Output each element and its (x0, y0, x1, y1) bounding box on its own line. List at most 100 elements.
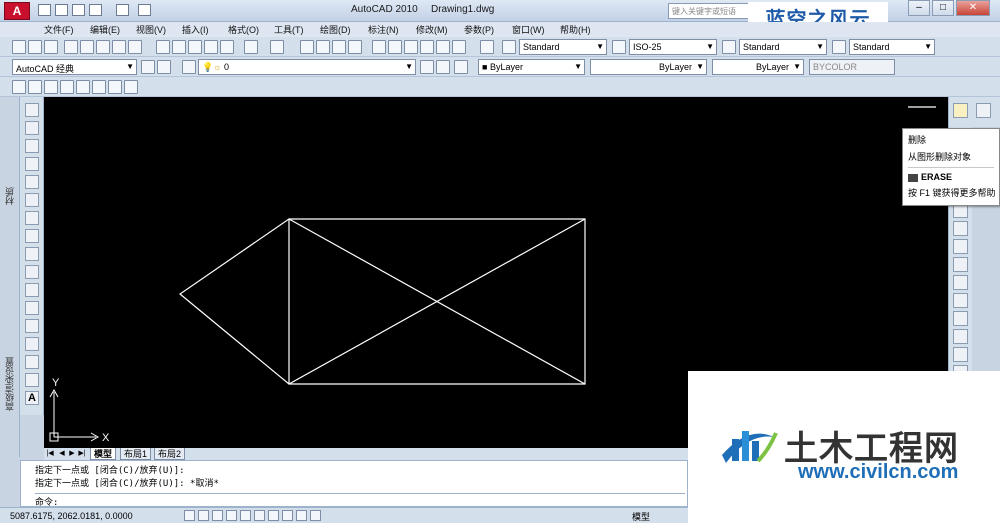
break-at-point-icon[interactable] (953, 293, 968, 308)
menu-format[interactable]: 格式(O) (228, 23, 259, 36)
front-view-icon[interactable] (28, 80, 42, 94)
menu-insert[interactable]: 插入(I) (182, 23, 209, 36)
linetype-combo[interactable]: ByLayer ▼ (590, 59, 707, 75)
dim-style-icon[interactable] (612, 40, 626, 54)
break-icon[interactable] (953, 311, 968, 326)
undo-tb-icon[interactable] (244, 40, 258, 54)
open-file-icon[interactable] (28, 40, 42, 54)
cut-icon[interactable] (156, 40, 170, 54)
open-icon[interactable] (55, 4, 68, 16)
wireframe-icon[interactable] (108, 80, 122, 94)
match-properties-icon[interactable] (204, 40, 218, 54)
insert-block-icon[interactable] (25, 301, 39, 315)
make-current-layer-icon[interactable] (420, 60, 434, 74)
dim-style-combo[interactable]: ISO-25 ▼ (629, 39, 717, 55)
layer-combo[interactable]: 💡☼ 0 ▼ (198, 59, 416, 75)
snap-mode-icon[interactable] (184, 510, 195, 521)
text-style-combo[interactable]: Standard ▼ (519, 39, 607, 55)
object-snap-icon[interactable] (240, 510, 251, 521)
render-settings-palette-tab[interactable]: 高级渲染设置 (3, 357, 16, 411)
paste-icon[interactable] (188, 40, 202, 54)
lineweight-toggle-icon[interactable] (296, 510, 307, 521)
menu-file[interactable]: 文件(F) (44, 23, 74, 36)
3d-dwf-icon[interactable] (112, 40, 126, 54)
minimize-button[interactable]: – (908, 0, 930, 16)
command-input[interactable]: 命令: (35, 493, 685, 508)
multileader-style-combo[interactable]: Standard ▼ (849, 39, 935, 55)
multileader-style-icon[interactable] (832, 40, 846, 54)
dynamic-ucs-icon[interactable] (268, 510, 279, 521)
copy-icon[interactable] (172, 40, 186, 54)
rectangle-icon[interactable] (25, 175, 39, 189)
viewcube-icon[interactable] (76, 80, 90, 94)
markup-icon[interactable] (436, 40, 450, 54)
make-block-icon[interactable] (25, 319, 39, 333)
point-icon[interactable] (25, 337, 39, 351)
save-file-icon[interactable] (44, 40, 58, 54)
redo-tb-icon[interactable] (270, 40, 284, 54)
quick-properties-icon[interactable] (310, 510, 321, 521)
plot-file-icon[interactable] (64, 40, 78, 54)
ortho-mode-icon[interactable] (212, 510, 223, 521)
top-view-icon[interactable] (12, 80, 26, 94)
pan-icon[interactable] (300, 40, 314, 54)
triangle-head[interactable] (179, 218, 290, 385)
qnew-icon[interactable] (12, 40, 26, 54)
realistic-icon[interactable] (124, 80, 138, 94)
menu-draw[interactable]: 绘图(D) (320, 23, 351, 36)
tab-layout1[interactable]: 布局1 (120, 448, 152, 460)
tab-layout2[interactable]: 布局2 (154, 448, 186, 460)
ucs-icon[interactable] (92, 80, 106, 94)
app-menu-button[interactable]: A (4, 2, 30, 20)
workspace-settings-icon[interactable] (141, 60, 155, 74)
design-center-icon[interactable] (388, 40, 402, 54)
polygon-icon[interactable] (25, 157, 39, 171)
dynamic-input-icon[interactable] (282, 510, 293, 521)
prev-tab-button[interactable]: ◀ (58, 449, 66, 459)
menu-window[interactable]: 窗口(W) (512, 23, 545, 36)
menu-tools[interactable]: 工具(T) (274, 23, 304, 36)
publish-icon[interactable] (96, 40, 110, 54)
grid-display-icon[interactable] (198, 510, 209, 521)
ellipse-arc-icon[interactable] (25, 283, 39, 297)
object-snap-tracking-icon[interactable] (254, 510, 265, 521)
layer-properties-icon[interactable] (182, 60, 196, 74)
hatch-icon[interactable] (25, 355, 39, 369)
tab-model[interactable]: 模型 (90, 448, 117, 460)
menu-dimension[interactable]: 标注(N) (368, 23, 399, 36)
publish-3d-icon[interactable] (128, 40, 142, 54)
trim-icon[interactable] (953, 257, 968, 272)
properties-icon[interactable] (372, 40, 386, 54)
menu-modify[interactable]: 修改(M) (416, 23, 448, 36)
last-tab-button[interactable]: ▶| (78, 449, 86, 459)
menu-parametric[interactable]: 参数(P) (464, 23, 494, 36)
save-icon[interactable] (72, 4, 85, 16)
circle-icon[interactable] (25, 211, 39, 225)
mtext-icon[interactable]: A (25, 391, 39, 405)
extend-icon[interactable] (953, 275, 968, 290)
polar-tracking-icon[interactable] (226, 510, 237, 521)
layer-states-icon[interactable] (454, 60, 468, 74)
polyline-icon[interactable] (25, 139, 39, 153)
workspace-combo[interactable]: AutoCAD 经典 ▼ (12, 59, 137, 75)
region-icon[interactable] (25, 373, 39, 387)
chamfer-icon[interactable] (953, 347, 968, 362)
zoom-realtime-icon[interactable] (316, 40, 330, 54)
lineweight-combo[interactable]: ByLayer ▼ (712, 59, 804, 75)
maximize-button[interactable]: □ (932, 0, 954, 16)
side-view-icon[interactable] (44, 80, 58, 94)
help-icon[interactable] (480, 40, 494, 54)
redo-icon[interactable] (116, 4, 129, 16)
plot-icon[interactable] (138, 4, 151, 16)
block-editor-icon[interactable] (220, 40, 234, 54)
zoom-previous-icon[interactable] (348, 40, 362, 54)
model-space-button[interactable]: 模型 (632, 510, 650, 523)
close-button[interactable]: ✕ (956, 0, 990, 16)
line-icon[interactable] (25, 103, 39, 117)
new-icon[interactable] (38, 4, 51, 16)
table-style-combo[interactable]: Standard ▼ (739, 39, 827, 55)
construction-line-icon[interactable] (25, 121, 39, 135)
iso-view-icon[interactable] (60, 80, 74, 94)
undo-icon[interactable] (89, 4, 102, 16)
quickcalc-icon[interactable] (452, 40, 466, 54)
